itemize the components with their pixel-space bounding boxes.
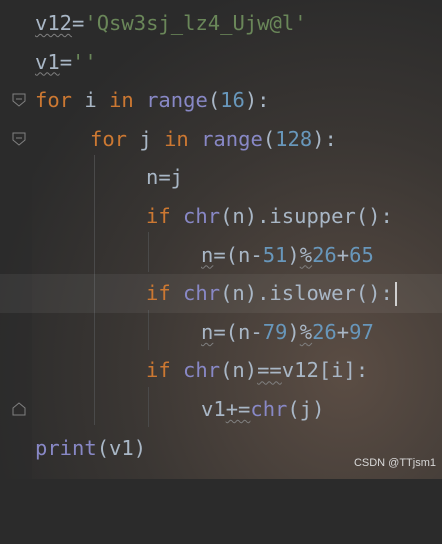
variable: v1 xyxy=(35,49,60,74)
code-line-9[interactable]: n=(n-79)%26+97 xyxy=(0,313,442,352)
code-line-3[interactable]: for i in range(16): xyxy=(0,81,442,120)
operator: = xyxy=(59,49,73,74)
code-line-10[interactable]: if chr(n)==v12[i]: xyxy=(0,351,442,390)
text-caret xyxy=(394,282,397,307)
operator: % xyxy=(299,319,313,344)
code-line-2[interactable]: v1='' xyxy=(0,43,442,82)
number-literal: 51 xyxy=(262,242,288,267)
builtin-function: chr xyxy=(183,358,221,383)
operator: % xyxy=(299,242,313,267)
keyword: in xyxy=(109,88,134,113)
keyword: for xyxy=(90,126,128,151)
call-args: (j) xyxy=(287,397,325,421)
number-literal: 97 xyxy=(349,319,374,344)
builtin-function: range xyxy=(201,126,263,151)
code-line-8[interactable]: if chr(n).islower(): xyxy=(0,274,442,313)
paren: ( xyxy=(262,126,276,151)
code-editor[interactable]: v12='Qsw3sj_lz4_Ujw@l' v1='' for i in ra… xyxy=(0,0,442,479)
variable: n xyxy=(201,242,214,267)
builtin-function: range xyxy=(146,88,208,113)
keyword: if xyxy=(146,204,171,228)
loop-variable: j xyxy=(127,126,165,151)
method-call: (n).isupper(): xyxy=(220,204,393,228)
builtin-function: chr xyxy=(250,397,288,421)
code-line-1[interactable]: v12='Qsw3sj_lz4_Ujw@l' xyxy=(0,4,442,43)
string-literal: 'Qsw3sj_lz4_Ujw@l' xyxy=(84,11,307,35)
builtin-function: print xyxy=(35,435,97,460)
variable: n xyxy=(201,319,214,344)
code-line-4[interactable]: for j in range(128): xyxy=(0,120,442,159)
loop-variable: i xyxy=(72,88,110,113)
number-literal: 79 xyxy=(262,319,288,344)
paren: ): xyxy=(312,126,337,151)
operator: == xyxy=(257,358,282,383)
builtin-function: chr xyxy=(183,281,221,306)
fold-end-icon[interactable] xyxy=(12,402,26,416)
fold-open-icon[interactable] xyxy=(12,132,26,146)
operator: + xyxy=(336,242,350,267)
number-literal: 65 xyxy=(349,242,374,267)
fold-open-icon[interactable] xyxy=(12,93,26,107)
variable: v12 xyxy=(35,11,73,35)
keyword: in xyxy=(164,126,189,151)
number-literal: 26 xyxy=(312,242,337,267)
operator: + xyxy=(336,319,350,344)
string-literal: '' xyxy=(72,49,97,74)
keyword: if xyxy=(146,281,171,306)
assignment: n=j xyxy=(146,165,184,190)
expression: =(n- xyxy=(213,242,263,267)
paren: ) xyxy=(287,242,300,267)
code-line-5[interactable]: n=j xyxy=(0,158,442,197)
expression: =(n- xyxy=(213,319,263,344)
builtin-function: chr xyxy=(183,204,221,228)
number-literal: 26 xyxy=(312,319,337,344)
number-literal: 128 xyxy=(275,126,313,151)
code-line-6[interactable]: if chr(n).isupper(): xyxy=(0,197,442,236)
call-args: (v1) xyxy=(96,435,147,460)
operator: = xyxy=(72,11,85,35)
watermark: CSDN @TTjsm1 xyxy=(353,457,436,469)
paren: ) xyxy=(287,319,300,344)
number-literal: 16 xyxy=(220,88,245,113)
variable: v1 xyxy=(201,397,226,421)
operator: += xyxy=(225,397,251,421)
subscript: v12[i]: xyxy=(281,358,369,383)
code-line-11[interactable]: v1+=chr(j) xyxy=(0,390,442,429)
paren: ): xyxy=(244,88,270,113)
call-args: (n) xyxy=(220,358,258,383)
code-line-7[interactable]: n=(n-51)%26+65 xyxy=(0,236,442,275)
paren: ( xyxy=(207,88,221,113)
method-call: (n).islower(): xyxy=(220,281,393,306)
keyword: if xyxy=(146,358,171,383)
keyword: for xyxy=(35,88,73,113)
